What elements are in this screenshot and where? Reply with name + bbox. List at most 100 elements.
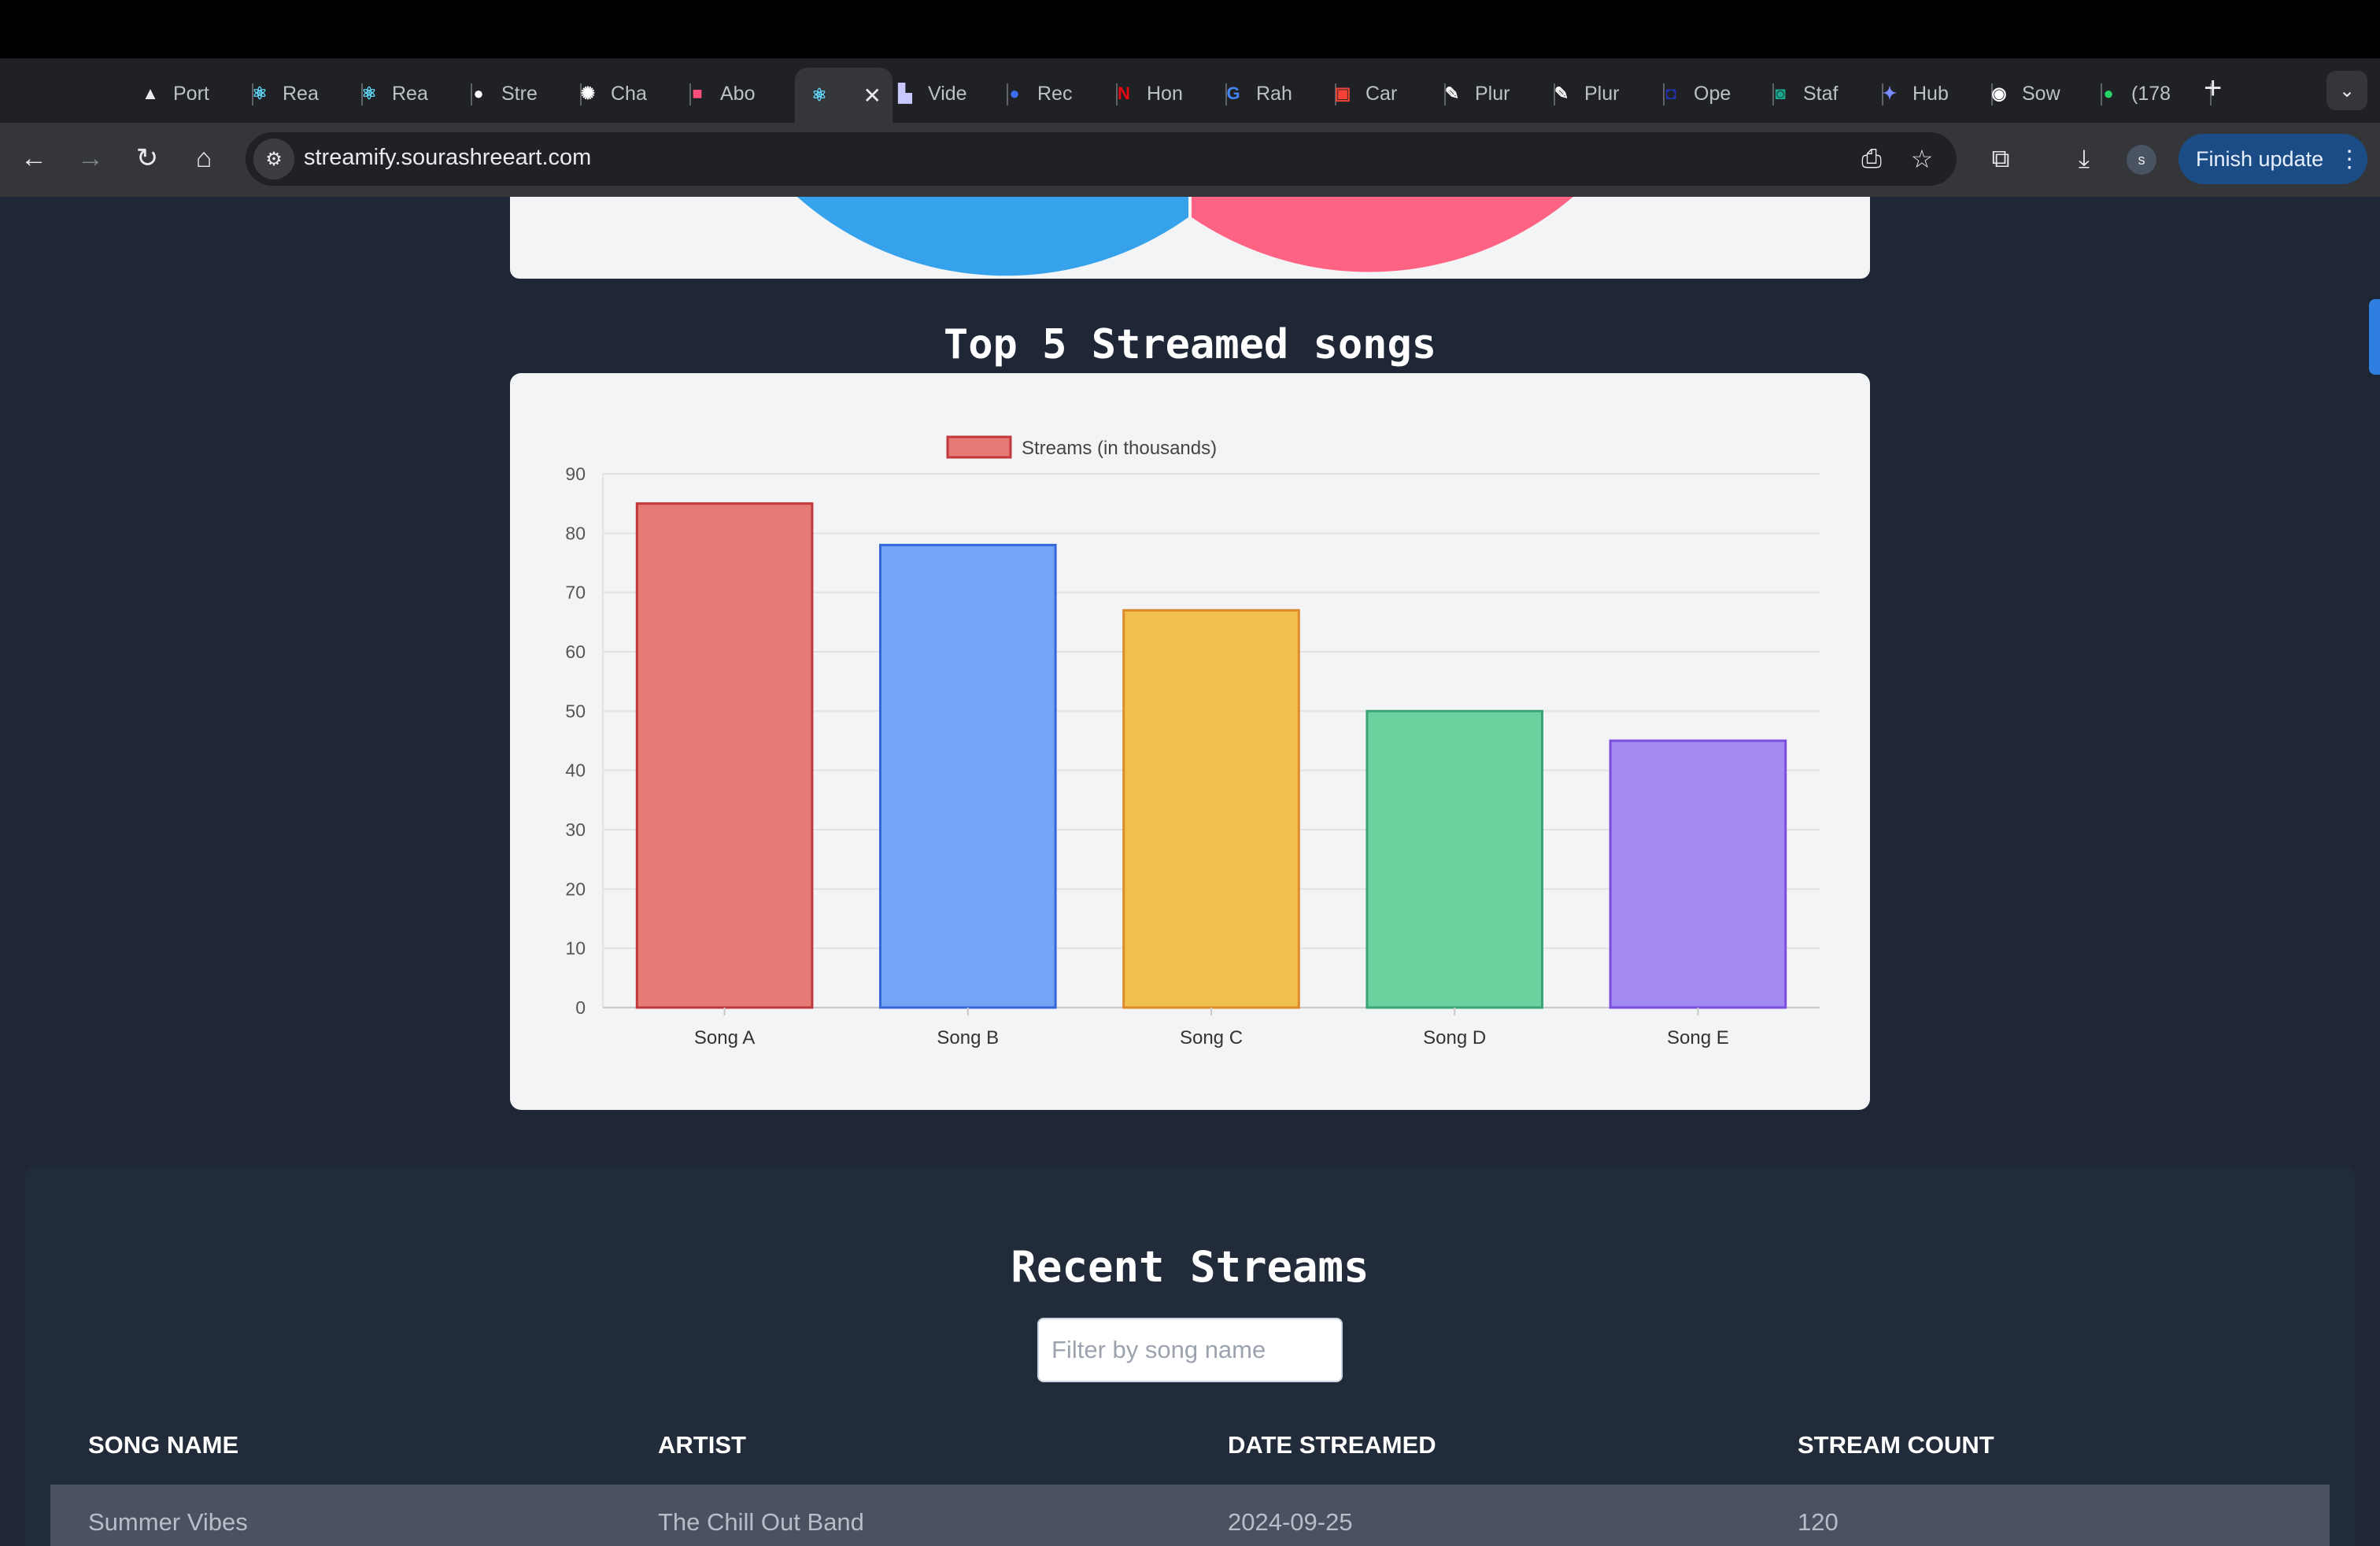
tab[interactable]: ◘ Ope — [1659, 71, 1774, 117]
back-button[interactable]: ← — [16, 140, 52, 176]
y-tick-label: 0 — [575, 997, 586, 1018]
tab-label: Plur — [1475, 82, 1510, 105]
y-tick-label: 20 — [565, 878, 586, 899]
google-icon: G — [1226, 83, 1240, 103]
bar-song-c — [1122, 608, 1300, 1009]
tab-label: Staf — [1803, 82, 1839, 105]
pen-icon: ✎ — [1444, 83, 1460, 103]
forward-button[interactable]: → — [72, 140, 109, 176]
chatgpt-icon: ✺ — [580, 83, 596, 103]
filter-input[interactable] — [1037, 1318, 1343, 1382]
close-tab-icon[interactable]: ✕ — [863, 83, 881, 109]
y-tick-label: 70 — [565, 583, 586, 603]
y-tick-label: 40 — [565, 760, 586, 781]
chart-heading: Top 5 Streamed songs — [943, 321, 1437, 368]
tab[interactable]: N Hon — [1112, 71, 1227, 117]
x-tick-label: Song B — [937, 1027, 999, 1049]
finish-update-label: Finish update — [2196, 146, 2324, 171]
tab-label: (178 — [2131, 82, 2171, 105]
y-tick-label: 90 — [565, 464, 586, 484]
sparkle-icon: ✦ — [1882, 83, 1898, 103]
react-icon: ⚛ — [811, 85, 827, 105]
install-app-icon[interactable]: ⎙ — [1854, 142, 1889, 176]
cell-date: 2024-09-25 — [1228, 1508, 1353, 1536]
tab[interactable]: ⚛ Rea — [357, 71, 472, 117]
cell-song-name: Summer Vibes — [88, 1508, 248, 1536]
tab[interactable]: ◉ Sow — [1987, 71, 2102, 117]
finish-update-button[interactable]: Finish update ⋮ — [2179, 134, 2367, 184]
tab-active[interactable]: ⚛ ✕ — [795, 68, 893, 123]
legend-label: Streams (in thousands) — [1022, 438, 1217, 459]
menu-dots-icon: ⋮ — [2338, 146, 2362, 172]
column-header-date[interactable]: DATE STREAMED — [1228, 1431, 1436, 1459]
y-tick-label: 60 — [565, 642, 586, 662]
download-icon[interactable]: ⤓ — [2067, 142, 2101, 176]
bar-chart: 0 10 20 30 40 50 60 70 80 90 Song A Song B Song C Son… — [565, 435, 1820, 1049]
os-menu-bar — [0, 0, 2380, 58]
tab[interactable]: ◙ Staf — [1768, 71, 1883, 117]
netflix-icon: N — [1118, 83, 1130, 103]
react-icon: ⚛ — [252, 83, 268, 103]
tab[interactable]: ● Stre — [467, 71, 582, 117]
github-icon: ● — [473, 83, 484, 103]
url-text[interactable]: streamify.sourashreeart.com — [304, 145, 591, 171]
tab-label: Rea — [283, 82, 319, 105]
profile-avatar[interactable]: s — [2127, 145, 2156, 175]
tab[interactable]: ✦ Hub — [1878, 71, 1993, 117]
tab-label: Stre — [501, 82, 538, 105]
pie-slice-pink — [1192, 197, 1573, 272]
pie-chart-card — [510, 197, 1870, 279]
tab[interactable]: ▙ Vide — [893, 71, 1008, 117]
tab-label: Car — [1366, 82, 1398, 105]
column-header-song[interactable]: SONG NAME — [88, 1431, 238, 1459]
tab[interactable]: ● Rec — [1003, 71, 1118, 117]
pen-icon: ✎ — [1554, 83, 1569, 103]
tab[interactable]: ■ Abo — [686, 71, 800, 117]
legend-swatch — [946, 435, 1012, 459]
bar-song-d — [1366, 709, 1544, 1009]
pink-square-icon: ■ — [692, 83, 703, 103]
column-header-count[interactable]: STREAM COUNT — [1798, 1431, 1994, 1459]
tab[interactable]: G Rah — [1221, 71, 1336, 117]
recent-streams-title: Recent Streams — [1011, 1242, 1369, 1292]
whatsapp-icon: ● — [2103, 83, 2114, 103]
cell-stream-count: 120 — [1798, 1508, 1839, 1536]
tab[interactable]: ▣ Car — [1331, 71, 1446, 117]
new-tab-button[interactable]: + — [2204, 72, 2222, 104]
tab-label: Rec — [1037, 82, 1073, 105]
site-info-icon[interactable]: ⚙ — [253, 139, 294, 179]
bar-song-e — [1609, 739, 1787, 1009]
tab[interactable]: ✎ Plur — [1440, 71, 1555, 117]
tab-label: Hon — [1147, 82, 1183, 105]
x-tick-label: Song A — [694, 1027, 755, 1049]
reload-button[interactable]: ↻ — [129, 140, 165, 176]
tab[interactable]: ✺ Cha — [576, 71, 691, 117]
vercel-icon: ▲ — [142, 83, 159, 103]
tab-label: Rea — [392, 82, 428, 105]
tab[interactable]: ▲ Port — [139, 71, 253, 117]
tab-label: Plur — [1584, 82, 1620, 105]
home-button[interactable]: ⌂ — [186, 140, 222, 176]
tab-label: Port — [173, 82, 209, 105]
y-tick-label: 10 — [565, 938, 586, 959]
tab-label: Rah — [1256, 82, 1292, 105]
tab[interactable]: ✎ Plur — [1550, 71, 1665, 117]
pw-icon: ▣ — [1334, 83, 1351, 103]
bar-song-b — [878, 543, 1057, 1009]
column-header-artist[interactable]: ARTIST — [658, 1431, 746, 1459]
x-tick-label: Song C — [1180, 1027, 1243, 1049]
react-icon: ⚛ — [361, 83, 377, 103]
bar-song-a — [635, 502, 814, 1009]
blue-circle-icon: ● — [1009, 83, 1020, 103]
extensions-icon[interactable]: ⧉ — [1983, 142, 2018, 176]
y-tick-label: 80 — [565, 523, 586, 543]
tab-search-button[interactable]: ⌄ — [2326, 71, 2367, 110]
cell-artist: The Chill Out Band — [658, 1508, 864, 1536]
bookmark-star-icon[interactable]: ☆ — [1905, 142, 1939, 176]
tab[interactable]: ⚛ Rea — [248, 71, 363, 117]
tab[interactable]: ● (178 — [2097, 71, 2212, 117]
staff-icon: ◙ — [1775, 83, 1786, 103]
tab-label: Hub — [1913, 82, 1949, 105]
table-row[interactable] — [50, 1485, 2330, 1546]
tab-label: Sow — [2022, 82, 2060, 105]
